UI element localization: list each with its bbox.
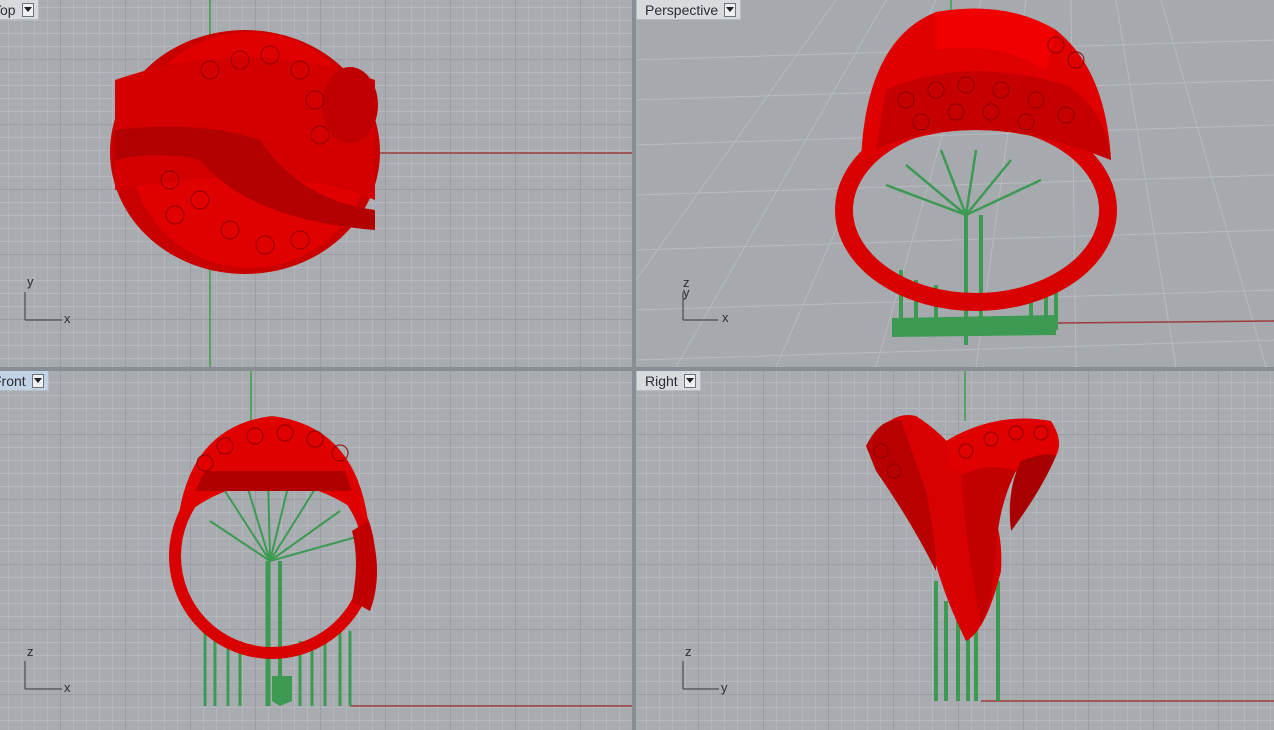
viewport-label-perspective[interactable]: Perspective [636,0,742,20]
viewport-top[interactable]: Top y x [0,0,632,367]
dropdown-arrow-icon[interactable] [31,373,44,388]
axis-triad-icon [24,292,62,321]
perspective-view-canvas [636,0,1274,367]
viewport-label-top[interactable]: Top [0,0,39,20]
axis-label-x: x [64,311,71,326]
viewport-right[interactable]: Right z y [636,371,1274,730]
viewport-label-right[interactable]: Right [636,371,701,391]
axis-label-x: x [64,680,71,695]
axis-label-x: x [722,310,729,325]
axis-label-z: z [685,644,692,659]
ring-model-right [866,415,1060,641]
support-structure [203,475,361,706]
viewport-title: Right [645,372,678,389]
axis-label-y: y [683,285,690,300]
front-view-canvas [24,371,632,707]
axis-label-z: z [27,644,34,659]
axis-label-y: y [721,680,728,695]
dropdown-arrow-icon[interactable] [683,373,696,388]
right-view-canvas [682,371,1274,702]
top-view-canvas [24,0,632,367]
dropdown-arrow-icon[interactable] [724,2,737,17]
viewport-perspective[interactable]: Perspective z y x [636,0,1274,367]
viewport-label-front[interactable]: Front [0,371,49,391]
axis-label-y: y [27,274,34,289]
axis-triad-icon [682,661,719,690]
ring-model-top [110,30,380,274]
viewport-front[interactable]: Front z x [0,371,632,730]
viewport-title: Front [0,372,26,389]
viewport-title: Perspective [645,1,719,18]
axis-triad-icon [24,661,62,690]
dropdown-arrow-icon[interactable] [21,2,34,17]
viewport-title: Top [0,1,16,18]
